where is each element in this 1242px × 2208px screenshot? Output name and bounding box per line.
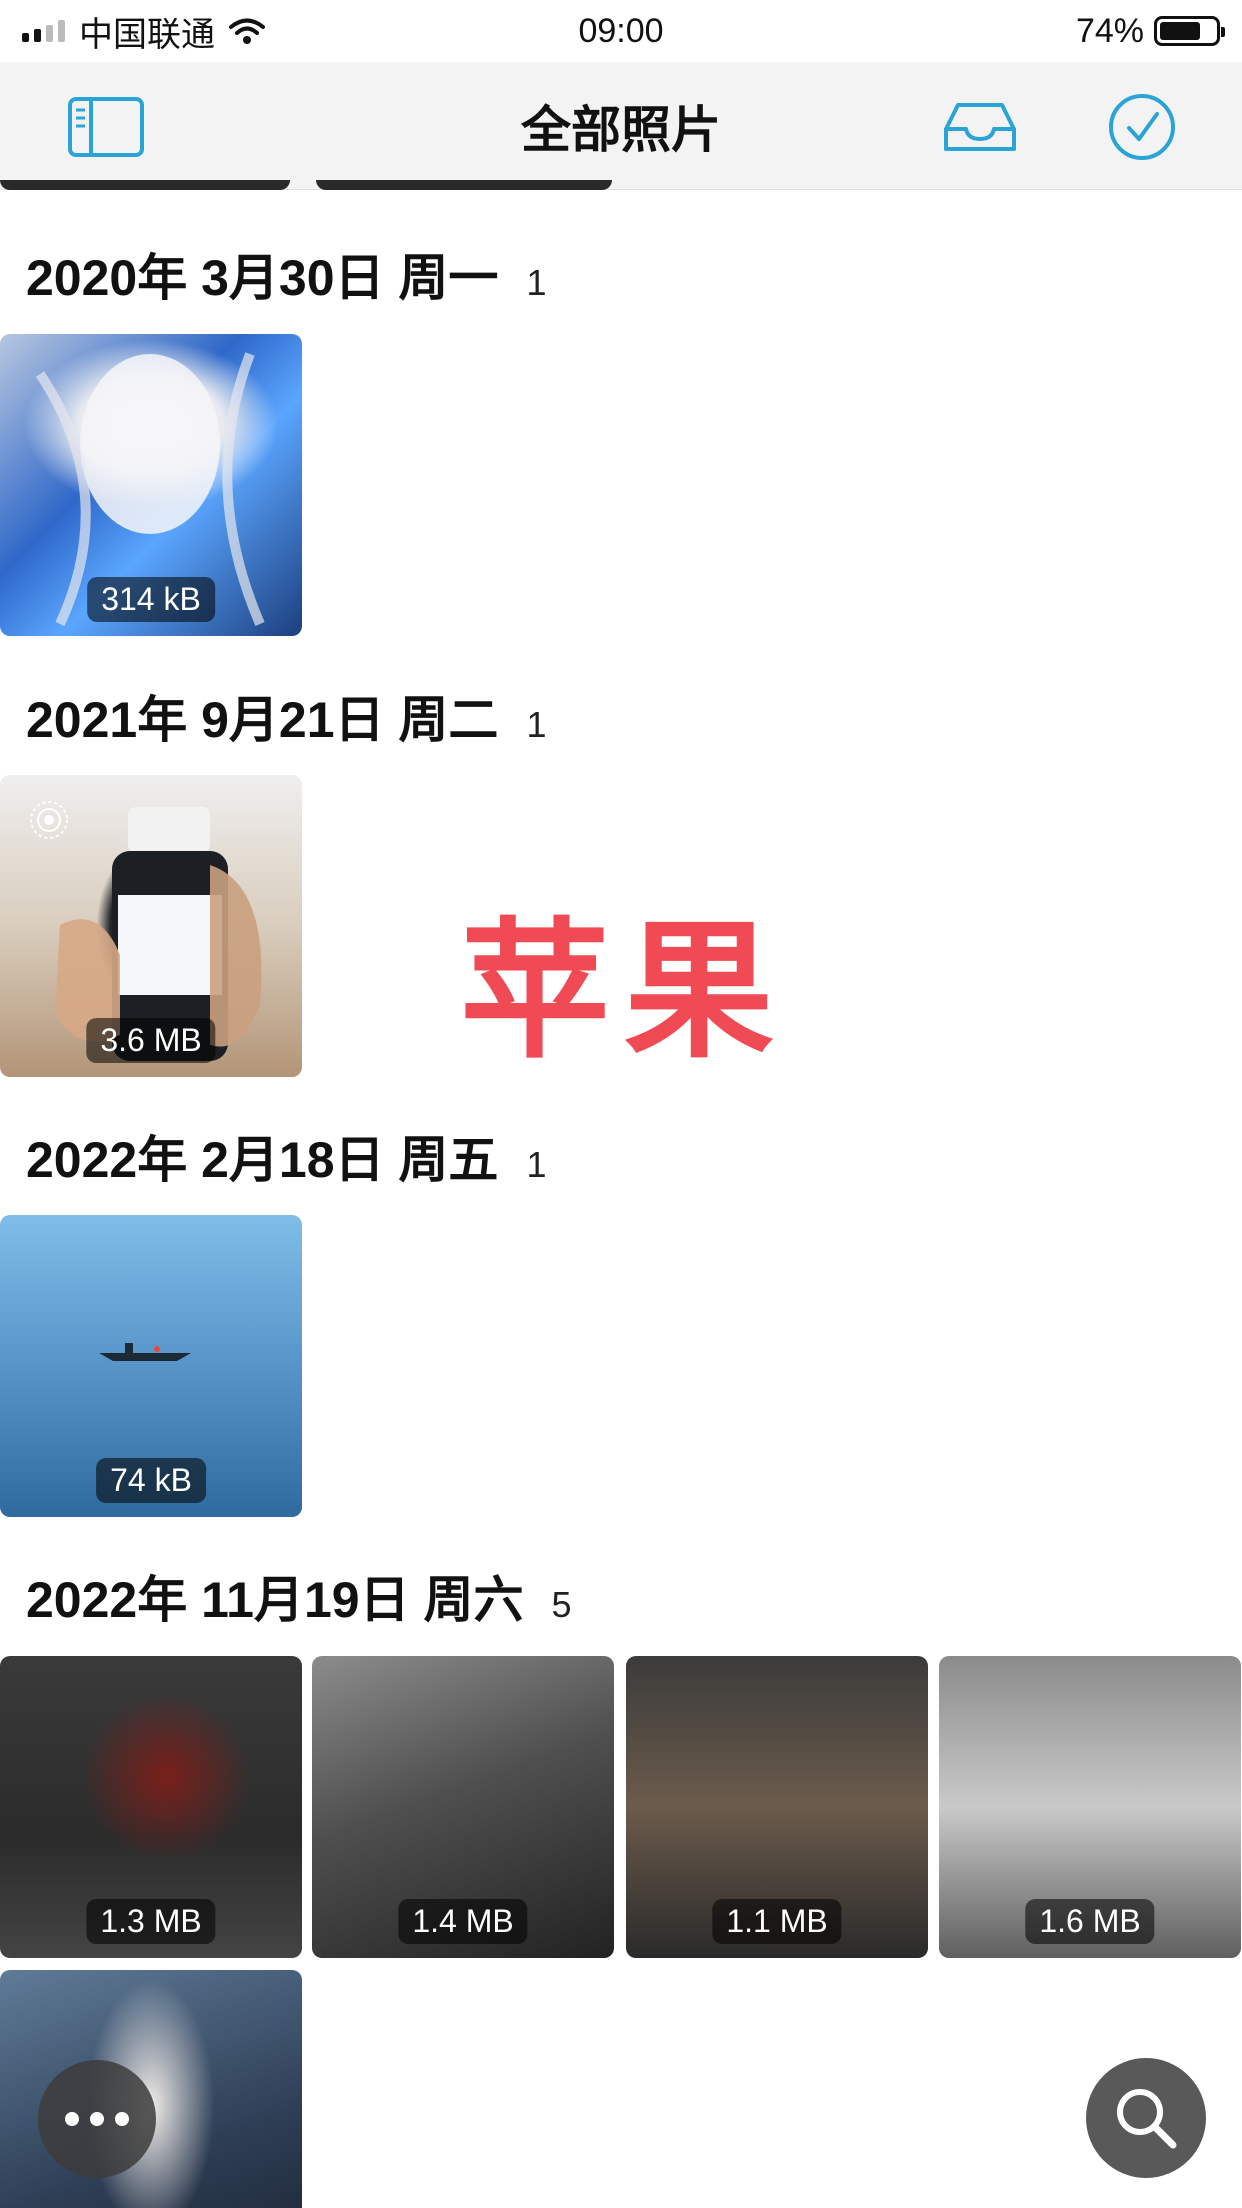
status-bar: 中国联通 09:00 74%	[0, 0, 1242, 62]
section-header: 2021年 9月21日 周二 1	[26, 680, 546, 752]
file-size-badge: 1.1 MB	[712, 1899, 842, 1944]
file-size-badge: 1.3 MB	[86, 1899, 216, 1944]
file-size-badge: 1.4 MB	[398, 1899, 528, 1944]
section-date: 2020年 3月30日 周一	[26, 250, 499, 306]
inbox-icon	[944, 103, 1016, 151]
checkmark-circle-icon	[1109, 94, 1175, 160]
select-button[interactable]	[1102, 92, 1182, 162]
watermark-text: 苹果	[460, 907, 789, 1075]
more-icon	[65, 2112, 129, 2126]
cellular-signal-icon	[22, 20, 65, 42]
section-count: 5	[551, 1584, 572, 1625]
previous-row-edge	[0, 180, 620, 190]
more-button[interactable]	[38, 2060, 156, 2178]
video-thumbnail[interactable]: 1.6 MB	[939, 1656, 1241, 1958]
video-thumbnail[interactable]: 1.4 MB	[312, 1656, 614, 1958]
boat-illustration	[99, 1343, 191, 1361]
file-size-badge: 74 kB	[96, 1458, 206, 1503]
status-right: 74%	[1075, 11, 1225, 51]
live-photo-icon	[30, 801, 68, 839]
search-icon	[1117, 2089, 1177, 2149]
search-button[interactable]	[1086, 2058, 1206, 2178]
page-title: 全部照片	[521, 101, 721, 158]
battery-percent: 74%	[1075, 11, 1144, 50]
file-size-badge: 1.6 MB	[1025, 1899, 1155, 1944]
photos-app: 中国联通 09:00 74% 全部照片 2020年 3月30日 周一 1 314…	[0, 0, 1242, 2208]
navigation-bar: 全部照片	[0, 62, 1242, 190]
section-date: 2022年 2月18日 周五	[26, 1132, 499, 1188]
wifi-icon	[229, 18, 265, 44]
photo-thumbnail[interactable]: 314 kB	[0, 334, 302, 636]
file-size-badge: 314 kB	[87, 577, 215, 622]
section-date: 2022年 11月19日 周六	[26, 1572, 524, 1628]
video-thumbnail[interactable]: 1.1 MB	[626, 1656, 928, 1958]
photo-thumbnail[interactable]: 74 kB	[0, 1215, 302, 1517]
photo-thumbnail[interactable]: 3.6 MB	[0, 775, 302, 1077]
section-header: 2022年 2月18日 周五 1	[26, 1120, 546, 1192]
sidebar-icon	[68, 97, 144, 157]
status-left: 中国联通	[22, 7, 265, 56]
section-header: 2020年 3月30日 周一 1	[26, 238, 546, 310]
section-header: 2022年 11月19日 周六 5	[26, 1560, 572, 1632]
file-size-badge: 3.6 MB	[86, 1018, 216, 1063]
section-count: 1	[526, 1144, 547, 1185]
battery-icon	[1154, 16, 1225, 46]
section-count: 1	[526, 262, 547, 303]
video-thumbnail[interactable]: 1.3 MB	[0, 1656, 302, 1958]
section-count: 1	[526, 704, 547, 745]
carrier-name: 中国联通	[79, 15, 215, 54]
section-date: 2021年 9月21日 周二	[26, 692, 499, 748]
inbox-button[interactable]	[940, 92, 1020, 162]
sidebar-toggle-button[interactable]	[66, 92, 146, 162]
